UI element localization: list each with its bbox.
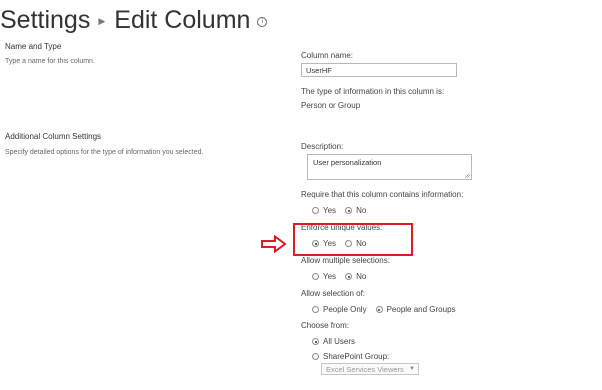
option-label: People Only [323,305,367,314]
allow-multiple-label: Allow multiple selections: [301,256,390,265]
require-info-group: Yes No [312,206,375,215]
require-info-label: Require that this column contains inform… [301,190,464,199]
description-value: User personalization [313,158,382,167]
description-textarea[interactable]: User personalization [307,154,472,180]
radio-icon[interactable] [312,353,319,360]
option-label: No [356,206,367,215]
people-only-option[interactable]: People Only [312,305,367,314]
section-heading-additional: Additional Column Settings [5,132,102,141]
radio-checked-icon[interactable] [312,338,319,345]
pointer-arrow-icon [261,235,287,253]
select-value: Excel Services Viewers [326,365,404,374]
section-desc-name-type: Type a name for this column. [5,58,95,65]
info-icon[interactable]: i [257,17,268,27]
radio-icon[interactable] [312,273,319,280]
radio-checked-icon[interactable] [375,306,383,313]
option-label: SharePoint Group: [323,352,390,361]
all-users-option[interactable]: All Users [312,337,355,346]
radio-checked-icon[interactable] [345,273,353,280]
column-name-input[interactable]: UserHF [301,63,457,77]
sharepoint-group-select[interactable]: Excel Services Viewers ▼ [321,363,419,375]
allow-multiple-no-option[interactable]: No [345,272,366,281]
option-label: Yes [323,206,337,215]
chevron-down-icon: ▼ [409,366,415,372]
resize-grip-icon[interactable] [465,173,470,178]
breadcrumb-settings[interactable]: Settings [0,6,90,35]
radio-icon[interactable] [312,207,319,214]
require-info-no-option[interactable]: No [345,206,366,215]
section-heading-name-type: Name and Type [5,42,62,51]
type-value: Person or Group [301,101,361,110]
allow-selection-group: People Only People and Groups [312,305,465,314]
section-desc-additional: Specify detailed options for the type of… [5,149,204,156]
allow-multiple-group: Yes No [312,272,375,281]
radio-icon[interactable] [312,306,319,313]
page-title: Edit Column [114,5,251,34]
allow-selection-label: Allow selection of: [301,289,366,298]
require-info-yes-option[interactable]: Yes [312,206,336,215]
breadcrumb-separator-icon: ▶ [98,15,106,26]
highlight-box [293,223,413,256]
option-label: All Users [323,337,356,346]
radio-checked-icon[interactable] [345,207,353,214]
column-name-label: Column name: [301,51,354,60]
people-groups-option[interactable]: People and Groups [375,305,456,314]
option-label: People and Groups [386,305,456,314]
page-header: Settings ▶ Edit Column i [0,0,268,40]
type-label: The type of information in this column i… [301,87,445,96]
sharepoint-group-option[interactable]: SharePoint Group: [312,352,389,361]
choose-from-label: Choose from: [301,321,350,330]
option-label: Yes [323,272,337,281]
option-label: No [356,272,367,281]
description-label: Description: [301,142,344,151]
allow-multiple-yes-option[interactable]: Yes [312,272,336,281]
